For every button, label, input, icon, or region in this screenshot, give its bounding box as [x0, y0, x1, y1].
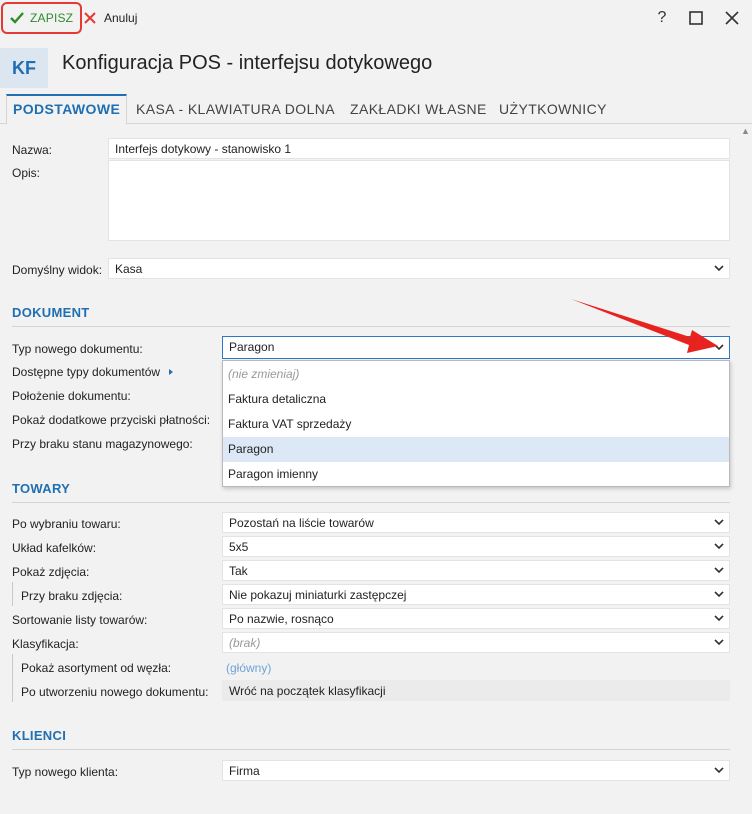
sort-label: Sortowanie listy towarów: [12, 613, 148, 627]
class-select[interactable]: (brak) [222, 632, 730, 653]
tile-layout-label: Układ kafelków: [12, 541, 97, 555]
doc-type-label: Typ nowego dokumentu: [12, 342, 143, 356]
chevron-down-icon [714, 519, 724, 526]
extra-buttons-label: Pokaż dodatkowe przyciski płatności: [12, 413, 211, 427]
chevron-down-icon [714, 265, 724, 272]
chevron-down-icon [714, 767, 724, 774]
node-link[interactable]: (główny) [226, 661, 271, 675]
desc-label: Opis: [12, 166, 41, 180]
after-select-select[interactable]: Pozostań na liście towarów [222, 512, 730, 533]
doc-position-label: Położenie dokumentu: [12, 389, 131, 403]
class-value: (brak) [229, 636, 261, 650]
chevron-down-icon [714, 591, 724, 598]
name-label: Nazwa: [12, 143, 53, 157]
node-label: Pokaż asortyment od węzła: [21, 661, 172, 675]
close-x-icon [84, 12, 96, 24]
no-image-label: Przy braku zdjęcia: [21, 589, 123, 603]
doc-type-select[interactable]: Paragon [222, 336, 730, 359]
help-button[interactable]: ? [650, 6, 674, 30]
after-new-value: Wróć na początek klasyfikacji [222, 680, 730, 701]
dropdown-option-paragon-imienny[interactable]: Paragon imienny [223, 462, 729, 487]
available-types-label[interactable]: Dostępne typy dokumentów [12, 365, 175, 379]
chevron-down-icon [714, 615, 724, 622]
close-icon [725, 11, 739, 25]
dropdown-option-faktura-detaliczna[interactable]: Faktura detaliczna [223, 387, 729, 412]
chevron-down-icon[interactable] [714, 342, 724, 352]
dropdown-option-paragon[interactable]: Paragon [223, 437, 729, 462]
client-type-select[interactable]: Firma [222, 760, 730, 781]
class-label: Klasyfikacja: [12, 637, 79, 651]
tab-bar: PODSTAWOWE KASA - KLAWIATURA DOLNA ZAKŁA… [0, 94, 752, 125]
after-select-label: Po wybraniu towaru: [12, 517, 121, 531]
view-select[interactable]: Kasa [108, 258, 730, 279]
sort-value: Po nazwie, rosnąco [229, 612, 334, 626]
sort-select[interactable]: Po nazwie, rosnąco [222, 608, 730, 629]
available-types-text: Dostępne typy dokumentów [12, 365, 161, 379]
tile-layout-value: 5x5 [229, 540, 249, 554]
dropdown-option-nie-zmieniaj[interactable]: (nie zmieniaj) [223, 362, 729, 387]
section-divider [12, 502, 730, 503]
module-badge: KF [0, 48, 48, 88]
close-window-button[interactable] [720, 6, 744, 30]
tab-zakladki-wlasne[interactable]: ZAKŁADKI WŁASNE [350, 94, 487, 124]
tab-podstawowe[interactable]: PODSTAWOWE [6, 94, 128, 125]
after-new-label: Po utworzeniu nowego dokumentu: [21, 685, 209, 699]
page-header: KF Konfiguracja POS - interfejsu dotykow… [0, 36, 752, 94]
section-divider [12, 749, 730, 750]
cancel-button[interactable]: Anuluj [84, 8, 137, 28]
save-label: ZAPISZ [30, 11, 74, 25]
tab-uzytkownicy[interactable]: UŻYTKOWNICY [499, 94, 607, 124]
check-icon [10, 12, 24, 24]
tile-layout-select[interactable]: 5x5 [222, 536, 730, 557]
cancel-label: Anuluj [104, 11, 138, 25]
no-image-select[interactable]: Nie pokazuj miniaturki zastępczej [222, 584, 730, 605]
maximize-icon [689, 11, 703, 25]
view-value: Kasa [115, 262, 143, 276]
page-title: Konfiguracja POS - interfejsu dotykowego [62, 52, 433, 74]
chevron-down-icon [714, 567, 724, 574]
dropdown-option-faktura-vat[interactable]: Faktura VAT sprzedaży [223, 412, 729, 437]
section-title-dokument: DOKUMENT [12, 305, 90, 320]
no-stock-label: Przy braku stanu magazynowego: [12, 437, 193, 451]
section-title-klienci: KLIENCI [12, 728, 67, 743]
chevron-down-icon [714, 639, 724, 646]
scrollbar[interactable]: ▲ [738, 124, 752, 814]
desc-textarea[interactable] [108, 160, 730, 241]
triangle-right-icon [169, 369, 174, 375]
tab-kasa-klawiatura[interactable]: KASA - KLAWIATURA DOLNA [136, 94, 335, 124]
indent-guide [12, 582, 13, 606]
maximize-button[interactable] [684, 6, 708, 30]
client-type-label: Typ nowego klienta: [12, 765, 119, 779]
section-divider [12, 326, 730, 327]
no-image-value: Nie pokazuj miniaturki zastępczej [229, 588, 407, 602]
section-title-towary: TOWARY [12, 481, 71, 496]
indent-guide [12, 654, 13, 702]
doc-type-value: Paragon [229, 340, 275, 354]
show-image-value: Tak [229, 564, 248, 578]
scroll-up-icon[interactable]: ▲ [741, 126, 750, 136]
name-field[interactable]: Interfejs dotykowy - stanowisko 1 [108, 138, 730, 159]
view-label: Domyślny widok: [12, 263, 103, 277]
title-bar: ZAPISZ Anuluj ? [0, 0, 752, 36]
doc-type-dropdown-list: (nie zmieniaj) Faktura detaliczna Faktur… [222, 360, 730, 487]
show-image-select[interactable]: Tak [222, 560, 730, 581]
show-image-label: Pokaż zdjęcia: [12, 565, 90, 579]
after-select-value: Pozostań na liście towarów [229, 516, 374, 530]
chevron-down-icon [714, 543, 724, 550]
client-type-value: Firma [229, 764, 260, 778]
save-button[interactable]: ZAPISZ [1, 2, 82, 34]
